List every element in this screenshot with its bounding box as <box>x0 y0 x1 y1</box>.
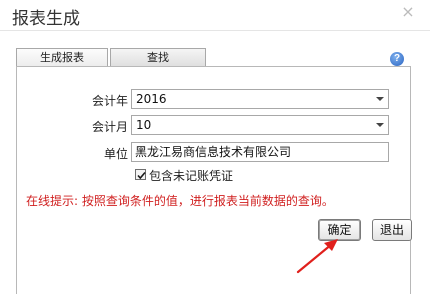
title-bar: 报表生成 × <box>0 0 430 30</box>
month-value: 10 <box>136 118 152 132</box>
tab-strip: 生成报表 查找 <box>16 48 411 67</box>
dialog-title: 报表生成 <box>12 9 80 29</box>
unit-field[interactable]: 黑龙江易商信息技术有限公司 <box>131 142 389 162</box>
close-icon[interactable]: × <box>400 4 416 20</box>
online-hint: 在线提示: 按照查询条件的值，进行报表当前数据的查询。 <box>26 194 334 208</box>
title-divider <box>0 30 430 31</box>
checkmark-icon <box>137 171 146 180</box>
tab-search[interactable]: 查找 <box>110 48 206 67</box>
year-value: 2016 <box>136 92 167 106</box>
unit-label: 单位 <box>103 147 128 161</box>
exit-button[interactable]: 退出 <box>372 219 412 241</box>
year-label: 会计年 <box>91 94 128 108</box>
include-unposted-checkbox[interactable] <box>135 169 146 180</box>
month-label: 会计月 <box>91 120 128 134</box>
chevron-down-icon <box>376 123 384 127</box>
report-dialog: 报表生成 × 生成报表 查找 ? 会计年 2016 会计月 10 单位 黑龙江易… <box>0 0 430 298</box>
tab-generate-report[interactable]: 生成报表 <box>16 48 108 67</box>
help-icon[interactable]: ? <box>390 52 404 66</box>
bottom-strip <box>0 294 430 298</box>
annotation-arrow-icon <box>296 239 338 274</box>
month-select[interactable]: 10 <box>131 115 389 135</box>
include-unposted-label: 包含未记账凭证 <box>149 169 234 183</box>
year-select[interactable]: 2016 <box>131 89 389 109</box>
chevron-down-icon <box>376 97 384 101</box>
